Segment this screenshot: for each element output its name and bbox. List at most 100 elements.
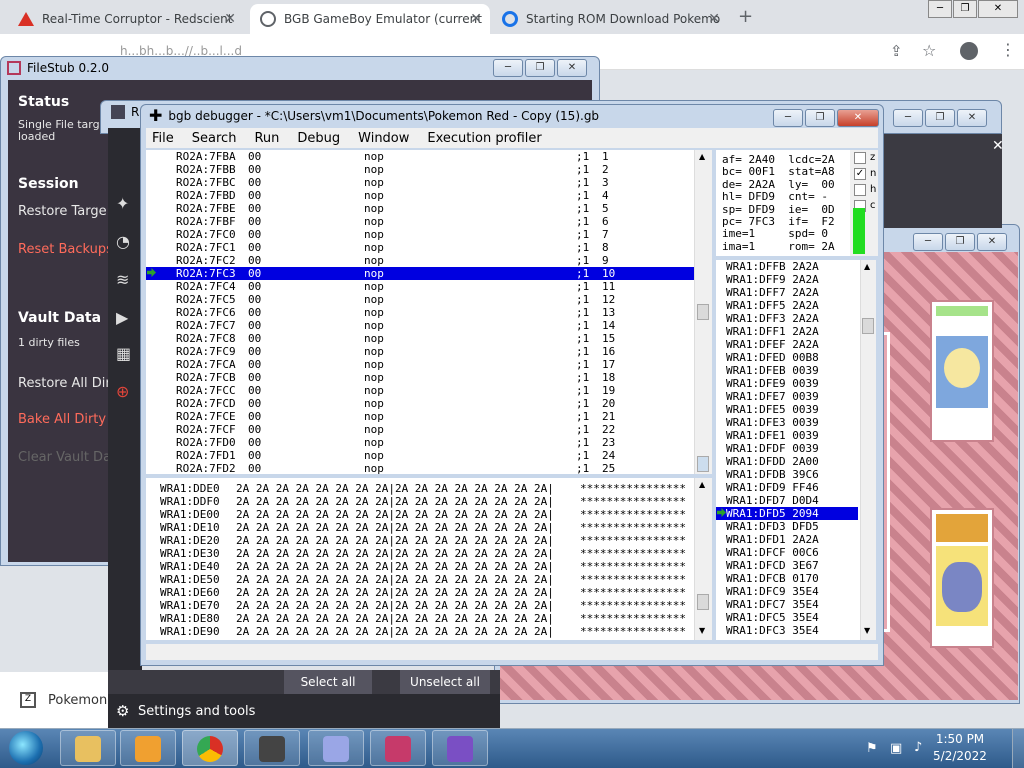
memory-row[interactable]: WRA1:DE20 2A 2A 2A 2A 2A 2A 2A 2A|2A 2A 2… xyxy=(160,534,690,547)
memory-row[interactable]: WRA1:DE80 2A 2A 2A 2A 2A 2A 2A 2A|2A 2A 2… xyxy=(160,612,690,625)
menu-run[interactable]: Run xyxy=(254,131,279,146)
close-button[interactable]: ✕ xyxy=(957,109,987,127)
disasm-row[interactable]: RO2A:7FD2 00 nop ;1 25 xyxy=(146,462,694,474)
register-line[interactable]: af= 2A40 lcdc=2A xyxy=(722,154,835,166)
stack-row[interactable]: WRA1:DFD5 2094 xyxy=(716,507,858,520)
stack-row[interactable]: WRA1:DFC3 35E4 xyxy=(726,624,858,637)
close-icon[interactable]: ✕ xyxy=(992,138,1004,154)
share-icon[interactable]: ⇪ xyxy=(890,42,903,60)
disasm-row[interactable]: RO2A:7FBE 00 nop ;1 5 xyxy=(146,202,694,215)
close-button[interactable]: ✕ xyxy=(977,233,1007,251)
download-item[interactable]: Pokemon xyxy=(48,693,107,708)
flag-z-checkbox[interactable] xyxy=(854,152,866,164)
disasm-row[interactable]: RO2A:7FBC 00 nop ;1 3 xyxy=(146,176,694,189)
scroll-down-icon[interactable]: ▼ xyxy=(699,626,705,635)
browser-tab-rtc[interactable]: Real-Time Corruptor - Redscient ✕ xyxy=(8,4,244,34)
disasm-row[interactable]: RO2A:7FC3 00 nop ;1 10 xyxy=(146,267,694,280)
disasm-row[interactable]: RO2A:7FBD 00 nop ;1 4 xyxy=(146,189,694,202)
flag-n-checkbox[interactable]: ✓ xyxy=(854,168,866,180)
scroll-thumb-lower[interactable] xyxy=(697,456,709,472)
stack-row[interactable]: WRA1:DFCB 0170 xyxy=(726,572,858,585)
taskbar-explorer[interactable] xyxy=(60,730,116,766)
stack-row[interactable]: WRA1:DFF9 2A2A xyxy=(726,273,858,286)
disasm-row[interactable]: RO2A:7FD1 00 nop ;1 24 xyxy=(146,449,694,462)
restore-all-button[interactable]: Restore All Dir xyxy=(18,376,111,391)
clear-vault-button[interactable]: Clear Vault Da xyxy=(18,450,111,465)
register-line[interactable]: de= 2A2A ly= 00 xyxy=(722,178,835,191)
stack-view[interactable]: WRA1:DFFB 2A2A WRA1:DFF9 2A2A WRA1:DFF7 2A… xyxy=(716,260,860,640)
gear-icon[interactable]: ⚙ xyxy=(116,702,129,720)
action-center-icon[interactable]: ⚑ xyxy=(866,741,878,756)
unselect-all-button[interactable]: Unselect all xyxy=(400,670,490,694)
bake-all-dirty-button[interactable]: Bake All Dirty xyxy=(18,412,106,427)
menu-execution-profiler[interactable]: Execution profiler xyxy=(427,131,541,146)
disasm-row[interactable]: RO2A:7FC6 00 nop ;1 13 xyxy=(146,306,694,319)
register-line[interactable]: pc= 7FC3 if= F2 xyxy=(722,216,835,228)
browser-tab-rom[interactable]: Starting ROM Download Pokemo ✕ xyxy=(492,4,728,34)
stack-row[interactable]: WRA1:DFD1 2A2A xyxy=(726,533,858,546)
gauge-icon[interactable]: ◔ xyxy=(116,232,130,251)
stack-row[interactable]: WRA1:DFFB 2A2A xyxy=(726,260,858,273)
profile-avatar[interactable] xyxy=(960,42,978,60)
menu-window[interactable]: Window xyxy=(358,131,409,146)
restore-target-button[interactable]: Restore Targe xyxy=(18,204,107,219)
close-tab-icon[interactable]: ✕ xyxy=(470,11,482,27)
scroll-thumb[interactable] xyxy=(862,318,874,334)
play-icon[interactable]: ▶ xyxy=(116,308,128,327)
settings-and-tools-button[interactable]: Settings and tools xyxy=(138,704,255,719)
stack-scrollbar[interactable]: ▲ ▼ xyxy=(860,260,876,640)
scroll-down-icon[interactable]: ▼ xyxy=(864,626,870,635)
memory-row[interactable]: WRA1:DDE0 2A 2A 2A 2A 2A 2A 2A 2A|2A 2A 2… xyxy=(160,482,690,495)
layers-icon[interactable]: ≋ xyxy=(116,270,129,289)
grid-icon[interactable]: ▦ xyxy=(116,344,131,363)
stack-row[interactable]: WRA1:DFDD 2A00 xyxy=(726,455,858,468)
scroll-up-icon[interactable]: ▲ xyxy=(699,152,705,161)
disasm-row[interactable]: RO2A:7FBA 00 nop ;1 1 xyxy=(146,150,694,163)
taskbar-media-player[interactable] xyxy=(120,730,176,766)
close-tab-icon[interactable]: ✕ xyxy=(708,11,720,27)
disasm-row[interactable]: RO2A:7FC9 00 nop ;1 16 xyxy=(146,345,694,358)
network-icon[interactable]: ▣ xyxy=(890,741,902,756)
menu-file[interactable]: File xyxy=(152,131,174,146)
stack-row[interactable]: WRA1:DFD9 FF46 xyxy=(726,481,858,494)
flag-h-checkbox[interactable] xyxy=(854,184,866,196)
memory-scrollbar[interactable]: ▲ ▼ xyxy=(694,478,712,640)
stack-row[interactable]: WRA1:DFED 00B8 xyxy=(726,351,858,364)
minimize-button[interactable]: ─ xyxy=(913,233,943,251)
maximize-button[interactable]: ❐ xyxy=(945,233,975,251)
disasm-row[interactable]: RO2A:7FC1 00 nop ;1 8 xyxy=(146,241,694,254)
disasm-row[interactable]: RO2A:7FCA 00 nop ;1 17 xyxy=(146,358,694,371)
minimize-button[interactable]: ─ xyxy=(493,59,523,77)
disasm-row[interactable]: RO2A:7FCC 00 nop ;1 19 xyxy=(146,384,694,397)
disasm-row[interactable]: RO2A:7FD0 00 nop ;1 23 xyxy=(146,436,694,449)
maximize-button[interactable]: ❐ xyxy=(953,0,977,18)
close-button[interactable]: ✕ xyxy=(557,59,587,77)
volume-icon[interactable]: ♪ xyxy=(914,740,922,755)
stack-row[interactable]: WRA1:DFDF 0039 xyxy=(726,442,858,455)
maximize-button[interactable]: ❐ xyxy=(525,59,555,77)
minimize-button[interactable]: ─ xyxy=(773,109,803,127)
disassembly-scrollbar[interactable]: ▲ xyxy=(694,150,712,474)
stack-row[interactable]: WRA1:DFE3 0039 xyxy=(726,416,858,429)
menu-dots-icon[interactable]: ⋮ xyxy=(1000,40,1016,59)
disassembly-view[interactable]: RO2A:7FBA 00 nop ;1 1 RO2A:7FBB 00 nop ;1 2 RO2A:7… xyxy=(146,150,694,474)
memory-row[interactable]: WRA1:DE00 2A 2A 2A 2A 2A 2A 2A 2A|2A 2A 2… xyxy=(160,508,690,521)
disasm-row[interactable]: RO2A:7FC4 00 nop ;1 11 xyxy=(146,280,694,293)
stack-row[interactable]: WRA1:DFE5 0039 xyxy=(726,403,858,416)
memory-row[interactable]: WRA1:DE70 2A 2A 2A 2A 2A 2A 2A 2A|2A 2A 2… xyxy=(160,599,690,612)
taskbar-bgb[interactable] xyxy=(244,730,300,766)
stack-row[interactable]: WRA1:DFD3 DFD5 xyxy=(726,520,858,533)
stack-row[interactable]: WRA1:DFE9 0039 xyxy=(726,377,858,390)
maximize-button[interactable]: ❐ xyxy=(805,109,835,127)
disasm-row[interactable]: RO2A:7FCE 00 nop ;1 21 xyxy=(146,410,694,423)
show-desktop-button[interactable] xyxy=(1012,729,1024,768)
register-line[interactable]: ima=1 rom= 2A xyxy=(722,240,835,253)
select-all-button[interactable]: Select all xyxy=(284,670,372,694)
stack-row[interactable]: WRA1:DFD7 D0D4 xyxy=(726,494,858,507)
stack-row[interactable]: WRA1:DFCF 00C6 xyxy=(726,546,858,559)
close-tab-icon[interactable]: ✕ xyxy=(224,11,236,27)
disasm-row[interactable]: RO2A:7FC8 00 nop ;1 15 xyxy=(146,332,694,345)
disasm-row[interactable]: RO2A:7FC5 00 nop ;1 12 xyxy=(146,293,694,306)
stack-row[interactable]: WRA1:DFF5 2A2A xyxy=(726,299,858,312)
memory-row[interactable]: WRA1:DE90 2A 2A 2A 2A 2A 2A 2A 2A|2A 2A 2… xyxy=(160,625,690,638)
